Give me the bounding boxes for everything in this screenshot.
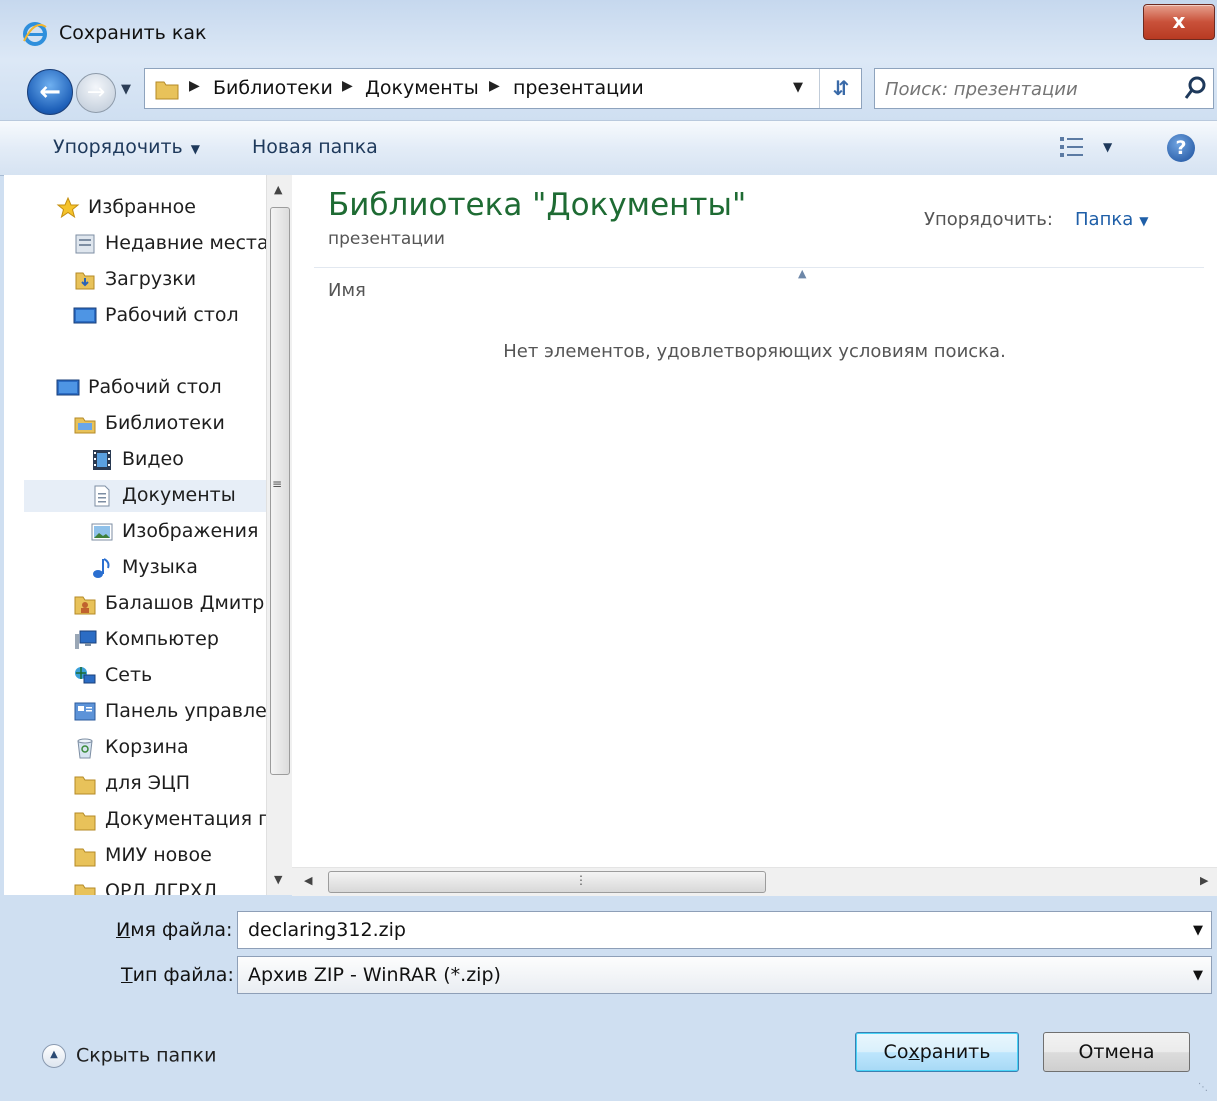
libraries-icon (74, 417, 96, 434)
scroll-grip-icon: ≡ (272, 477, 283, 491)
sort-ascending-icon: ▲ (798, 267, 807, 280)
star-icon (56, 196, 80, 219)
header-divider (314, 267, 1204, 268)
filetype-value: Архив ZIP - WinRAR (*.zip) (248, 964, 501, 986)
computer-icon (75, 630, 97, 649)
save-button[interactable]: Сохранить (855, 1032, 1019, 1072)
folder-icon (74, 776, 96, 795)
address-bar[interactable]: ▶ Библиотеки ▶ Документы ▶ презентации ▼… (144, 68, 862, 109)
scroll-up-icon[interactable]: ▲ (274, 183, 282, 196)
nav-item-documents[interactable]: Документы (24, 480, 266, 512)
arrange-by-label: Упорядочить: (924, 209, 1053, 230)
collapse-up-icon: ▲ (42, 1044, 66, 1068)
hide-folders-label: Скрыть папки (76, 1044, 217, 1067)
internet-explorer-icon (23, 22, 47, 46)
navigation-scrollbar[interactable]: ▲ ≡ ▼ (266, 175, 293, 895)
refresh-icon: ⇵ (832, 76, 850, 100)
forward-button[interactable]: → (76, 73, 116, 113)
arrange-by-dropdown[interactable]: Папка ▼ (1075, 209, 1148, 230)
recycle-bin-icon (77, 738, 93, 759)
breadcrumb-presentations[interactable]: презентации (513, 77, 644, 99)
horizontal-scrollbar[interactable]: ◀ ⋮ ▶ (292, 867, 1217, 896)
downloads-folder-icon (75, 272, 95, 290)
filename-dropdown-icon[interactable]: ▼ (1193, 923, 1203, 938)
scrollbar-thumb[interactable] (270, 207, 290, 775)
desktop-icon (73, 307, 97, 324)
back-arrow-icon: ← (39, 77, 61, 107)
content-pane: Библиотека "Документы" презентации Упоря… (292, 175, 1217, 867)
library-title: Библиотека "Документы" (328, 187, 747, 223)
folder-icon (74, 812, 96, 831)
hide-folders-toggle[interactable]: ▲ Скрыть папки (42, 1044, 216, 1068)
toolbar: Упорядочить ▼ Новая папка ▼ ? (0, 120, 1217, 176)
pictures-icon (91, 523, 113, 541)
view-dropdown-icon[interactable]: ▼ (1103, 140, 1112, 154)
search-icon (1184, 76, 1206, 99)
video-icon (93, 450, 111, 470)
scrollbar-thumb[interactable]: ⋮ (328, 871, 766, 893)
library-subtitle: презентации (328, 229, 445, 249)
breadcrumb-separator-icon: ▶ (189, 78, 200, 94)
filetype-label: Тип файла: (121, 964, 234, 986)
navigation-pane: Избранное Недавние места Загрузки Рабочи… (4, 175, 266, 895)
chevron-down-icon: ▼ (190, 142, 200, 156)
resize-grip-icon[interactable]: ⋱ (1198, 1082, 1208, 1093)
scroll-left-icon[interactable]: ◀ (304, 874, 312, 887)
scroll-grip-icon: ⋮ (575, 873, 587, 887)
window-title: Сохранить как (59, 22, 207, 44)
filename-label: Имя файла: (116, 919, 233, 941)
view-options-icon[interactable] (1058, 134, 1086, 160)
organize-label: Упорядочить (53, 136, 183, 158)
cancel-button[interactable]: Отмена (1043, 1032, 1190, 1072)
folder-icon (74, 848, 96, 867)
new-folder-button[interactable]: Новая папка (252, 136, 378, 158)
empty-results-message: Нет элементов, удовлетворяющих условиям … (503, 341, 1006, 362)
music-icon (93, 558, 110, 578)
search-box[interactable] (874, 68, 1214, 109)
breadcrumb-separator-icon: ▶ (489, 78, 500, 94)
close-button[interactable]: x (1143, 4, 1215, 40)
folder-icon (155, 81, 179, 100)
scroll-right-icon[interactable]: ▶ (1200, 874, 1208, 887)
folder-icon (74, 884, 96, 895)
column-header-name[interactable]: Имя (328, 280, 366, 301)
user-folder-icon (74, 596, 96, 615)
breadcrumb-separator-icon: ▶ (342, 78, 353, 94)
save-as-dialog: Сохранить как x ← → ▼ ▶ Библиотеки ▶ Док… (0, 0, 1217, 1101)
filename-input[interactable]: declaring312.zip ▼ (237, 911, 1212, 949)
help-icon[interactable]: ? (1167, 134, 1195, 162)
chevron-down-icon: ▼ (1139, 214, 1149, 228)
filetype-select[interactable]: Архив ZIP - WinRAR (*.zip) ▼ (237, 956, 1212, 994)
control-panel-icon (74, 702, 96, 721)
breadcrumb-documents[interactable]: Документы (365, 77, 479, 99)
arrange-by-value: Папка (1075, 209, 1134, 230)
chevron-down-icon: ▼ (1193, 968, 1203, 983)
title-bar: Сохранить как x (0, 0, 1217, 60)
network-icon (75, 667, 96, 684)
breadcrumb-libraries[interactable]: Библиотеки (213, 77, 333, 99)
recent-pages-button[interactable]: ▼ (121, 82, 131, 97)
desktop-icon (56, 379, 80, 396)
documents-icon (94, 485, 110, 507)
filename-value[interactable]: declaring312.zip (248, 919, 406, 941)
address-dropdown-icon[interactable]: ▼ (793, 80, 803, 95)
recent-places-icon (75, 234, 95, 254)
forward-arrow-icon: → (86, 80, 106, 105)
search-input[interactable] (883, 75, 1167, 103)
back-button[interactable]: ← (27, 69, 73, 115)
refresh-button[interactable]: ⇵ (819, 69, 862, 108)
organize-menu-button[interactable]: Упорядочить ▼ (53, 136, 200, 158)
scroll-down-icon[interactable]: ▼ (274, 873, 282, 886)
